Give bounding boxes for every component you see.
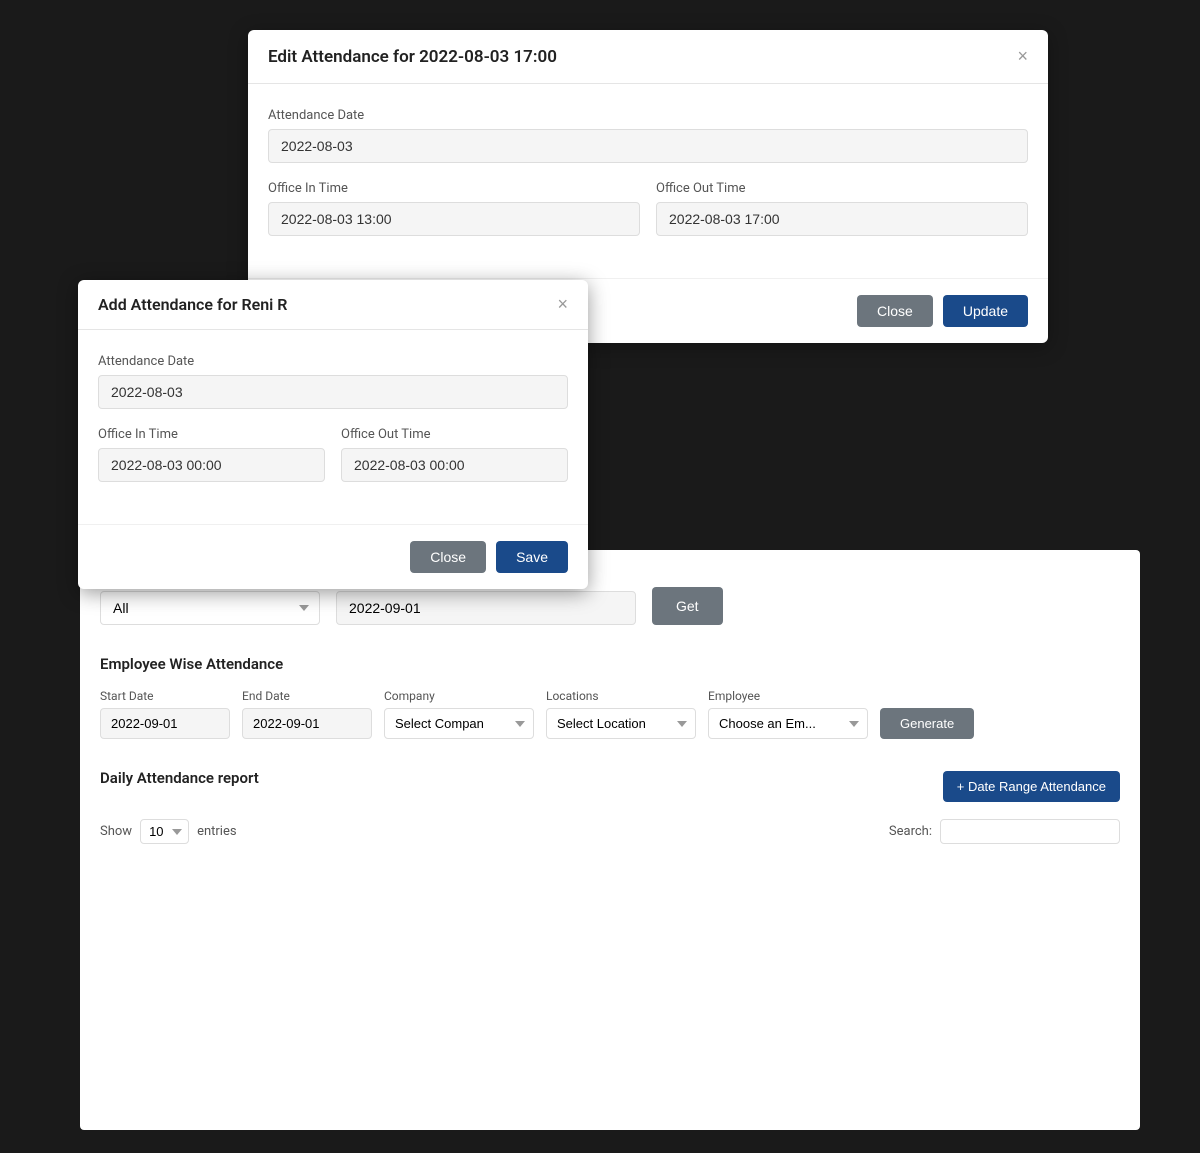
edit-time-row: Office In Time Office Out Time	[268, 181, 1028, 254]
edit-attendance-date-label: Attendance Date	[268, 108, 1028, 123]
add-modal-body: Attendance Date Office In Time Office Ou…	[78, 330, 588, 524]
search-group: Search:	[889, 819, 1120, 844]
end-date-label: End Date	[242, 689, 372, 703]
edit-modal-close-button[interactable]: ×	[1017, 46, 1028, 67]
employee-wise-section: Employee Wise Attendance Start Date End …	[100, 655, 1120, 739]
add-modal-footer: Close Save	[78, 524, 588, 589]
start-date-item: Start Date	[100, 689, 230, 739]
edit-modal-body: Attendance Date Office In Time Office Ou…	[248, 84, 1048, 278]
daily-title: Daily Attendance report	[100, 769, 259, 787]
add-office-in-label: Office In Time	[98, 427, 325, 442]
add-save-button[interactable]: Save	[496, 541, 568, 573]
company-item: Company Select Compan	[384, 689, 534, 739]
edit-modal-title: Edit Attendance for 2022-08-03 17:00	[268, 47, 557, 67]
edit-attendance-date-input[interactable]	[268, 129, 1028, 163]
generate-button[interactable]: Generate	[880, 708, 974, 739]
location-select[interactable]: All	[100, 591, 320, 625]
employee-item: Employee Choose an Em...	[708, 689, 868, 739]
edit-attendance-date-group: Attendance Date	[268, 108, 1028, 163]
add-close-button[interactable]: Close	[410, 541, 486, 573]
start-date-label: Start Date	[100, 689, 230, 703]
add-office-in-input[interactable]	[98, 448, 325, 482]
edit-office-in-label: Office In Time	[268, 181, 640, 196]
employee-filter-row: Start Date End Date Company Select Compa…	[100, 689, 1120, 739]
edit-office-out-label: Office Out Time	[656, 181, 1028, 196]
edit-modal-header: Edit Attendance for 2022-08-03 17:00 ×	[248, 30, 1048, 84]
locations-item: Locations Select Location	[546, 689, 696, 739]
entries-label: entries	[197, 824, 237, 839]
end-date-item: End Date	[242, 689, 372, 739]
locations-select[interactable]: Select Location	[546, 708, 696, 739]
edit-office-in-group: Office In Time	[268, 181, 640, 236]
start-date-input[interactable]	[100, 708, 230, 739]
add-attendance-date-label: Attendance Date	[98, 354, 568, 369]
add-time-row: Office In Time Office Out Time	[98, 427, 568, 500]
locations-label: Locations	[546, 689, 696, 703]
company-label: Company	[384, 689, 534, 703]
add-modal-title: Add Attendance for Reni R	[98, 295, 287, 314]
table-controls: Show 10 entries Search:	[100, 819, 1120, 844]
add-modal-close-button[interactable]: ×	[557, 294, 568, 315]
edit-update-button[interactable]: Update	[943, 295, 1028, 327]
add-modal-header: Add Attendance for Reni R ×	[78, 280, 588, 330]
company-select[interactable]: Select Compan	[384, 708, 534, 739]
entries-select[interactable]: 10	[140, 819, 189, 844]
edit-office-out-input[interactable]	[656, 202, 1028, 236]
add-attendance-date-input[interactable]	[98, 375, 568, 409]
search-input[interactable]	[940, 819, 1120, 844]
edit-office-out-group: Office Out Time	[656, 181, 1028, 236]
employee-select[interactable]: Choose an Em...	[708, 708, 868, 739]
date-range-button[interactable]: + Date Range Attendance	[943, 771, 1120, 802]
add-office-out-label: Office Out Time	[341, 427, 568, 442]
add-office-out-input[interactable]	[341, 448, 568, 482]
add-attendance-modal: Add Attendance for Reni R × Attendance D…	[78, 280, 588, 589]
show-entries: Show 10 entries	[100, 819, 237, 844]
background-panel: Location All Date Get Employee Wise Atte…	[80, 550, 1140, 1130]
employee-label: Employee	[708, 689, 868, 703]
edit-office-in-input[interactable]	[268, 202, 640, 236]
edit-close-button[interactable]: Close	[857, 295, 933, 327]
show-label: Show	[100, 824, 132, 839]
search-label: Search:	[889, 824, 932, 839]
end-date-input[interactable]	[242, 708, 372, 739]
employee-wise-title: Employee Wise Attendance	[100, 655, 1120, 673]
get-button[interactable]: Get	[652, 587, 723, 625]
date-input[interactable]	[336, 591, 636, 625]
add-office-in-group: Office In Time	[98, 427, 325, 482]
add-office-out-group: Office Out Time	[341, 427, 568, 482]
add-attendance-date-group: Attendance Date	[98, 354, 568, 409]
daily-header: Daily Attendance report + Date Range Att…	[100, 769, 1120, 803]
daily-section: Daily Attendance report + Date Range Att…	[100, 769, 1120, 844]
